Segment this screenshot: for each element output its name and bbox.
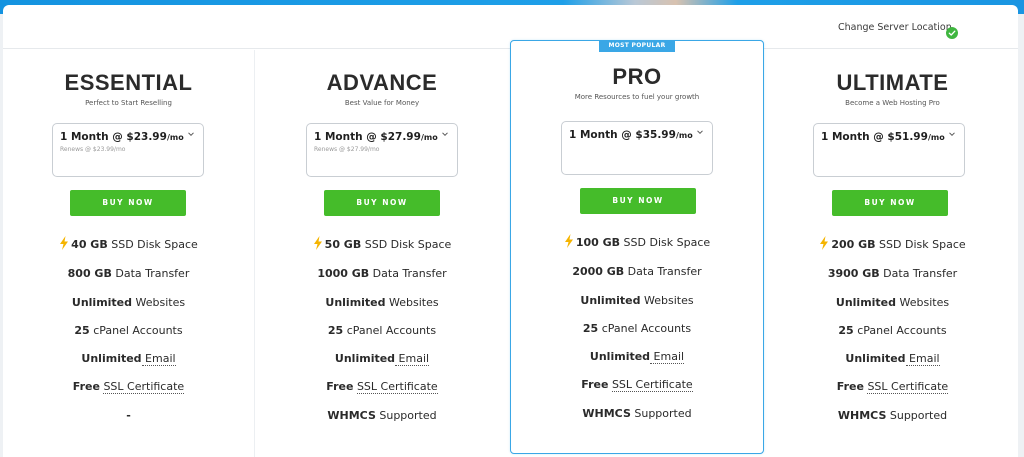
email-tooltip-link[interactable]: Email (905, 352, 940, 366)
chevron-down-icon (697, 130, 703, 135)
buy-now-button[interactable]: BUY NOW (70, 190, 186, 216)
plan-tagline: More Resources to fuel your growth (574, 93, 700, 101)
plan-name: ULTIMATE (836, 70, 949, 95)
plan-card-essential: ESSENTIAL Perfect to Start Reselling 1 M… (3, 50, 255, 457)
plan-card-pro: MOST POPULAR PRO More Resources to fuel … (510, 40, 764, 454)
feature-email: Unlimited Email (845, 352, 940, 366)
chevron-down-icon (188, 132, 194, 137)
lightning-bolt-icon (564, 234, 573, 248)
feature-disk-space: 100 GB SSD Disk Space (511, 234, 763, 249)
term-price: 1 Month @ $51.99/mo (821, 131, 945, 143)
buy-now-button[interactable]: BUY NOW (324, 190, 440, 216)
lightning-bolt-icon (313, 236, 322, 250)
plan-tagline: Become a Web Hosting Pro (845, 99, 940, 107)
buy-now-button[interactable]: BUY NOW (580, 188, 696, 214)
feature-cpanel-accounts: 25 cPanel Accounts (582, 322, 692, 335)
feature-websites: Unlimited Websites (835, 296, 950, 309)
feature-data-transfer: 2000 GB Data Transfer (572, 265, 702, 278)
term-price: 1 Month @ $27.99/mo (314, 131, 438, 143)
ssl-tooltip-link[interactable]: SSL Certificate (356, 380, 438, 394)
feature-ssl: Free SSL Certificate (326, 380, 438, 394)
email-tooltip-link[interactable]: Email (395, 352, 430, 366)
email-tooltip-link[interactable]: Email (141, 352, 176, 366)
lightning-bolt-icon (60, 236, 69, 250)
term-price: 1 Month @ $35.99/mo (569, 129, 693, 141)
feature-cpanel-accounts: 25 cPanel Accounts (838, 324, 947, 337)
renewal-price: Renews @ $27.99/mo (314, 146, 380, 153)
ssl-tooltip-link[interactable]: SSL Certificate (867, 380, 949, 394)
renewal-price: Renews @ $23.99/mo (60, 146, 126, 153)
ssl-tooltip-link[interactable]: SSL Certificate (103, 380, 185, 394)
feature-cpanel-accounts: 25 cPanel Accounts (327, 324, 437, 337)
ssl-tooltip-link[interactable]: SSL Certificate (611, 378, 693, 392)
billing-term-select[interactable]: 1 Month @ $51.99/mo (813, 123, 965, 177)
feature-email: Unlimited Email (334, 352, 430, 366)
email-tooltip-link[interactable]: Email (650, 350, 685, 364)
plan-name: ESSENTIAL (64, 70, 193, 95)
feature-websites: Unlimited Websites (71, 296, 186, 309)
feature-ssl: Free SSL Certificate (72, 380, 185, 394)
plan-name: PRO (612, 64, 662, 89)
feature-ssl: Free SSL Certificate (581, 378, 693, 392)
most-popular-badge: MOST POPULAR (599, 40, 675, 52)
feature-disk-space: 40 GB SSD Disk Space (3, 236, 254, 251)
billing-term-select[interactable]: 1 Month @ $35.99/mo (561, 121, 713, 175)
feature-disk-space: 200 GB SSD Disk Space (767, 236, 1018, 251)
feature-email: Unlimited Email (589, 350, 685, 364)
chevron-down-icon (442, 132, 448, 137)
pricing-panel: Change Server Location ESSENTIAL Perfect… (3, 5, 1018, 457)
plan-name: ADVANCE (326, 70, 438, 95)
feature-data-transfer: 3900 GB Data Transfer (827, 267, 958, 280)
feature-data-transfer: 800 GB Data Transfer (67, 267, 190, 280)
chevron-down-icon (949, 132, 955, 137)
check-circle-icon (946, 27, 958, 39)
plan-card-advance: ADVANCE Best Value for Money 1 Month @ $… (255, 50, 509, 457)
feature-whmcs: WHMCS Supported (582, 407, 692, 420)
plan-tagline: Best Value for Money (344, 99, 420, 107)
plan-card-ultimate: ULTIMATE Become a Web Hosting Pro 1 Mont… (767, 50, 1018, 457)
feature-websites: Unlimited Websites (325, 296, 439, 309)
lightning-bolt-icon (820, 236, 829, 250)
term-price: 1 Month @ $23.99/mo (60, 131, 184, 143)
change-server-location-link[interactable]: Change Server Location (838, 22, 952, 33)
feature-email: Unlimited Email (81, 352, 176, 366)
feature-cpanel-accounts: 25 cPanel Accounts (74, 324, 183, 337)
feature-disk-space: 50 GB SSD Disk Space (255, 236, 509, 251)
billing-term-select[interactable]: 1 Month @ $23.99/mo Renews @ $23.99/mo (52, 123, 204, 177)
buy-now-button[interactable]: BUY NOW (832, 190, 948, 216)
feature-whmcs: - (126, 409, 131, 422)
billing-term-select[interactable]: 1 Month @ $27.99/mo Renews @ $27.99/mo (306, 123, 458, 177)
feature-whmcs: WHMCS Supported (327, 409, 437, 422)
feature-whmcs: WHMCS Supported (837, 409, 948, 422)
plan-tagline: Perfect to Start Reselling (85, 99, 172, 107)
feature-websites: Unlimited Websites (580, 294, 694, 307)
feature-ssl: Free SSL Certificate (836, 380, 949, 394)
feature-data-transfer: 1000 GB Data Transfer (317, 267, 447, 280)
